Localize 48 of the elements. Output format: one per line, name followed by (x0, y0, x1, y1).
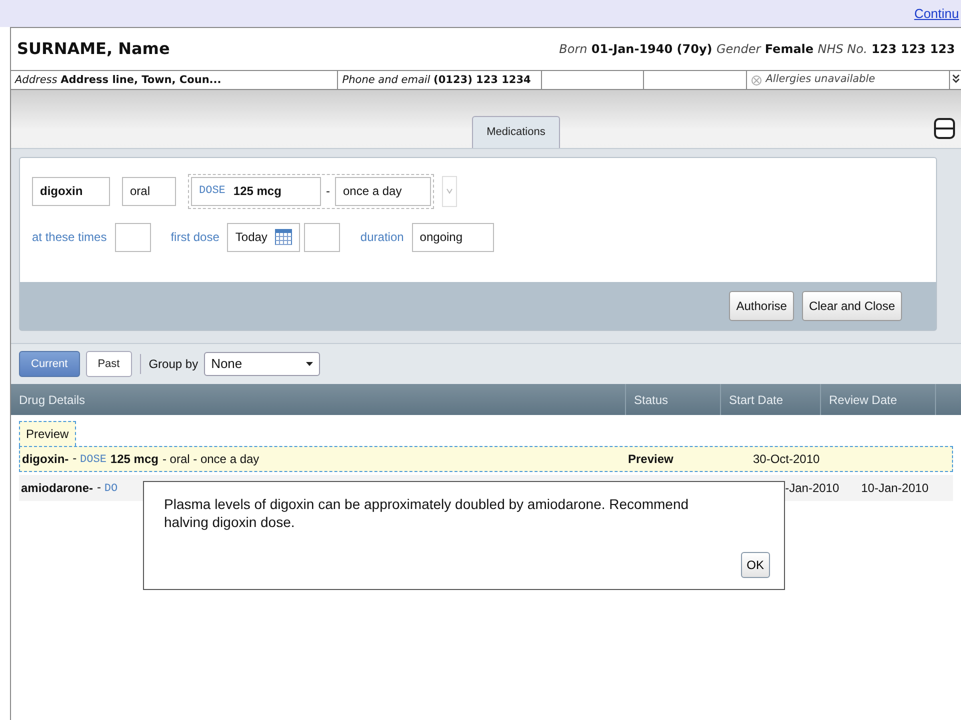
review-date: 10-Jan-2010 (861, 481, 928, 495)
dose-details: - oral - once a day (162, 451, 260, 468)
start-date: 30-Oct-2010 (753, 452, 820, 466)
alert-message: Plasma levels of digoxin can be approximately doubled by amiodarone. Recommend halving digoxin dose. (164, 495, 690, 531)
first-dose-field[interactable]: Today (227, 222, 300, 252)
double-chevron-icon (952, 74, 960, 83)
column-header: Review Date (821, 384, 936, 415)
first-dose-label: first dose (170, 229, 220, 246)
dose-field[interactable]: DOSE 125 mcg (191, 176, 321, 206)
unavailable-icon (750, 74, 762, 86)
dropdown-toggle-control[interactable] (442, 176, 457, 206)
calendar-icon (275, 229, 292, 245)
duration-field[interactable]: ongoing (412, 222, 494, 252)
group-by-label: Group by (148, 356, 198, 373)
continue-link[interactable]: Continu (914, 6, 959, 21)
column-header: Status (626, 384, 721, 415)
clear-close-button[interactable]: Clear and Close (802, 290, 902, 320)
dose-amount: 125 mcg (110, 451, 158, 468)
start-date: -Jan-2010 (785, 481, 840, 495)
group-by-select[interactable]: None (204, 352, 320, 376)
authorise-button[interactable]: Authorise (729, 290, 794, 320)
times-field[interactable] (114, 222, 151, 252)
drug-field[interactable]: digoxin (32, 176, 110, 206)
frequency-field[interactable]: once a day (335, 176, 431, 206)
medications-tab[interactable]: Medications (472, 116, 560, 148)
layout-icon[interactable] (934, 118, 955, 139)
duration-label: duration (360, 229, 404, 246)
separator: - (326, 183, 330, 200)
first-dose-time-field[interactable] (304, 222, 340, 252)
patient-details: Born 01-Jan-1940 (70y) Gender Female NHS No. 123 123 123 (559, 41, 955, 58)
times-label: at these times (32, 229, 107, 246)
patient-name: SURNAME, Name (17, 38, 170, 60)
status-text: Preview (628, 452, 674, 466)
drug-name: amiodarone- (21, 480, 94, 497)
column-header: Drug Details (11, 384, 626, 415)
drug-name: digoxin- (22, 451, 69, 468)
address-field: Address Address line, Town, Coun... (11, 71, 338, 89)
allergies-status: Allergies unavailable (766, 72, 876, 88)
caret-icon (306, 362, 314, 366)
route-field[interactable]: oral (122, 176, 176, 206)
ok-button[interactable]: OK (740, 552, 770, 578)
filter-tab[interactable]: Past (86, 350, 132, 377)
phone-field: Phone and email (0123) 123 1234 (338, 71, 542, 89)
chevron-down-icon (446, 188, 453, 194)
column-header: Start Date (721, 384, 821, 415)
preview-tag: Preview (19, 421, 76, 446)
dose-text: - DO (97, 479, 118, 498)
dose-text: - DOSE (72, 450, 106, 468)
